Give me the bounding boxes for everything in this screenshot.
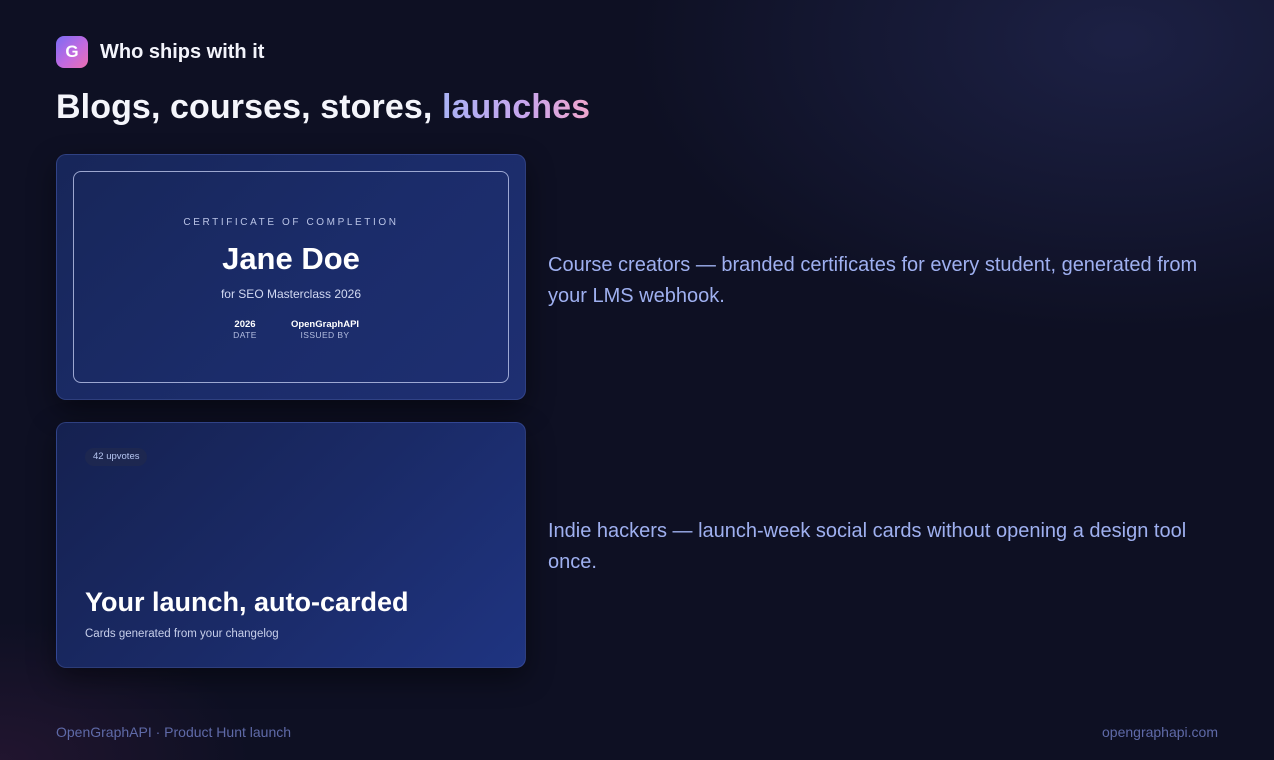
certificate-border <box>73 171 509 383</box>
opengraphapi-logo: G <box>56 36 88 68</box>
logo-letter: G <box>65 42 79 61</box>
certificate-eyebrow: CERTIFICATE OF COMPLETION <box>183 217 399 228</box>
footer-caption: OpenGraphAPI · Product Hunt launch <box>56 724 292 740</box>
launch-description: Indie hackers — launch-week social cards… <box>548 520 1187 573</box>
headline-accent: launches <box>441 88 591 126</box>
upvotes-badge: 42 upvotes <box>85 448 148 466</box>
section-eyebrow: G Who ships with it <box>56 36 264 68</box>
certificate-card-preview: CERTIFICATE OF COMPLETION Jane Doe for S… <box>56 154 526 400</box>
launch-card-subtitle: Cards generated from your changelog <box>85 628 279 640</box>
certificate-issuer: OpenGraphAPI ISSUED BY <box>275 319 375 341</box>
certificate-date-value: 2026 <box>234 319 256 330</box>
certificate-course: for SEO Masterclass 2026 <box>220 287 362 301</box>
certificate-issuer-value: OpenGraphAPI <box>290 319 360 330</box>
headline-plain: Blogs, courses, stores, <box>56 88 433 126</box>
launch-card-title: Your launch, auto-carded <box>85 587 409 617</box>
footer-domain: opengraphapi.com <box>1102 724 1218 740</box>
eyebrow-text: Who ships with it <box>100 40 265 63</box>
certificate-date: 2026 DATE <box>225 319 265 341</box>
page-headline: Blogs, courses, stores, launches <box>56 88 590 127</box>
certificate-recipient-name: Jane Doe <box>222 241 360 276</box>
certificate-description: Course creators — branded certificates f… <box>548 254 1198 307</box>
launch-card-preview: 42 upvotes Your launch, auto-carded Card… <box>56 422 526 668</box>
certificate-issuer-label: ISSUED BY <box>300 330 350 340</box>
certificate-date-label: DATE <box>233 330 257 340</box>
